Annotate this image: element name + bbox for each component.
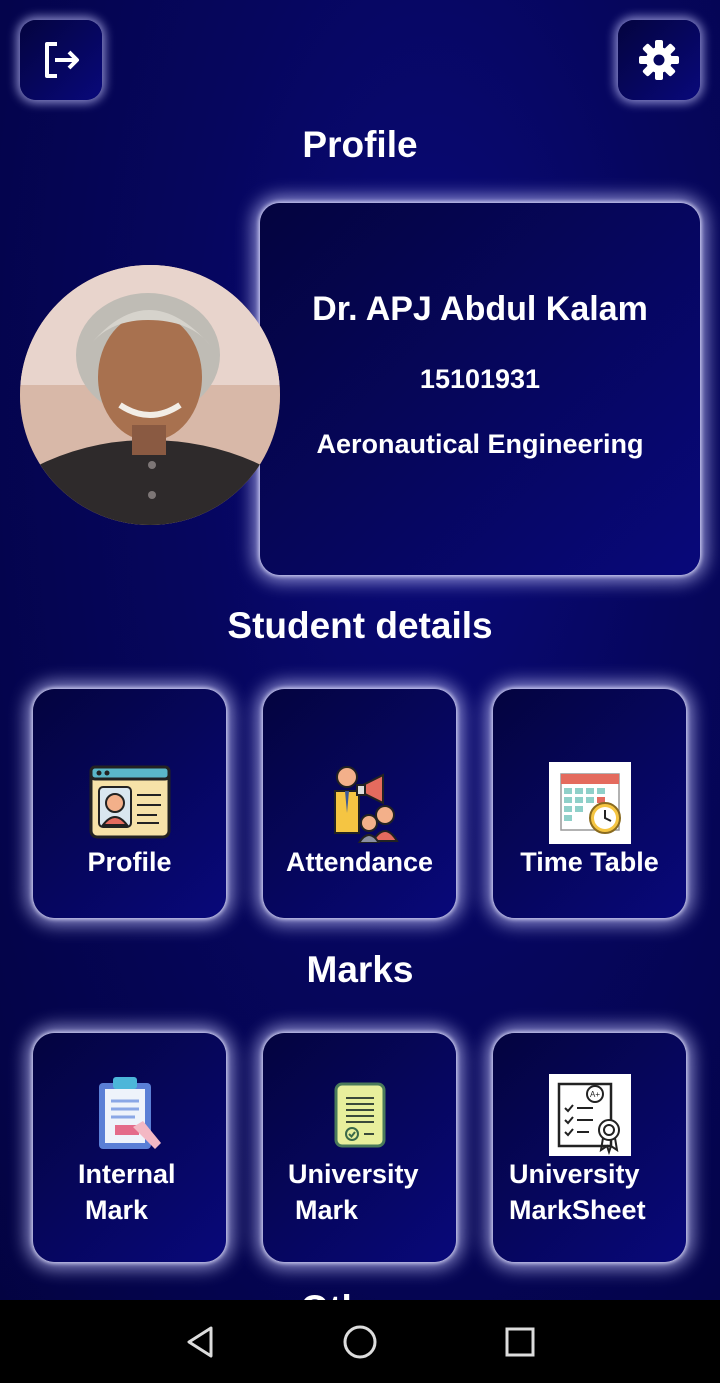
- university-mark-tile[interactable]: University Mark: [263, 1033, 456, 1262]
- student-details-title: Student details: [227, 605, 493, 646]
- gear-icon: [639, 40, 679, 80]
- attendance-tile[interactable]: Attendance: [263, 689, 456, 918]
- time-table-tile[interactable]: Time Table: [493, 689, 686, 918]
- student-department: Aeronautical Engineering: [316, 429, 644, 459]
- logout-icon: [45, 42, 79, 78]
- profile-card-icon: [89, 765, 170, 839]
- certificate-icon: A+: [548, 1074, 631, 1156]
- calendar-clock-icon: [548, 762, 631, 844]
- recents-square-icon: [505, 1327, 535, 1356]
- marks-section-title: Marks: [306, 949, 414, 990]
- attendance-tile-label: Attendance: [285, 847, 434, 877]
- clipboard-icon: [98, 1077, 161, 1149]
- internal-mark-tile[interactable]: Internal Mark: [33, 1033, 226, 1262]
- university-marksheet-tile[interactable]: A+ University MarkSheet: [493, 1033, 686, 1262]
- university-mark-label-line2: Mark: [295, 1195, 359, 1225]
- internal-mark-label-line1: Internal: [78, 1159, 176, 1189]
- others-section-title: Others: [0, 1288, 720, 1300]
- time-table-tile-label: Time Table: [520, 847, 659, 877]
- home-circle-icon: [343, 1325, 377, 1358]
- university-mark-label-line1: University: [288, 1159, 419, 1189]
- internal-mark-label-line2: Mark: [85, 1195, 149, 1225]
- settings-button[interactable]: [618, 20, 700, 100]
- student-name: Dr. APJ Abdul Kalam: [312, 290, 648, 328]
- svg-text:A+: A+: [589, 1090, 599, 1099]
- profile-section-title: Profile: [302, 124, 418, 165]
- back-button[interactable]: [170, 1312, 230, 1372]
- recents-button[interactable]: [490, 1312, 550, 1372]
- university-marksheet-label-line2: MarkSheet: [509, 1195, 646, 1225]
- system-navigation-bar: [0, 1300, 720, 1383]
- university-marksheet-label-line1: University: [509, 1159, 640, 1189]
- document-check-icon: [334, 1082, 385, 1148]
- avatar-portrait: [20, 265, 280, 525]
- student-id: 15101931: [419, 364, 541, 394]
- logout-button[interactable]: [20, 20, 102, 100]
- profile-tile-label: Profile: [87, 847, 172, 877]
- profile-tile[interactable]: Profile: [33, 689, 226, 918]
- app-screen: Profile Dr. APJ Abdul Kalam 15101931 Aer…: [0, 0, 720, 1300]
- back-triangle-icon: [187, 1326, 213, 1357]
- avatar: [20, 265, 280, 525]
- attendance-icon: [333, 766, 399, 843]
- home-button[interactable]: [330, 1312, 390, 1372]
